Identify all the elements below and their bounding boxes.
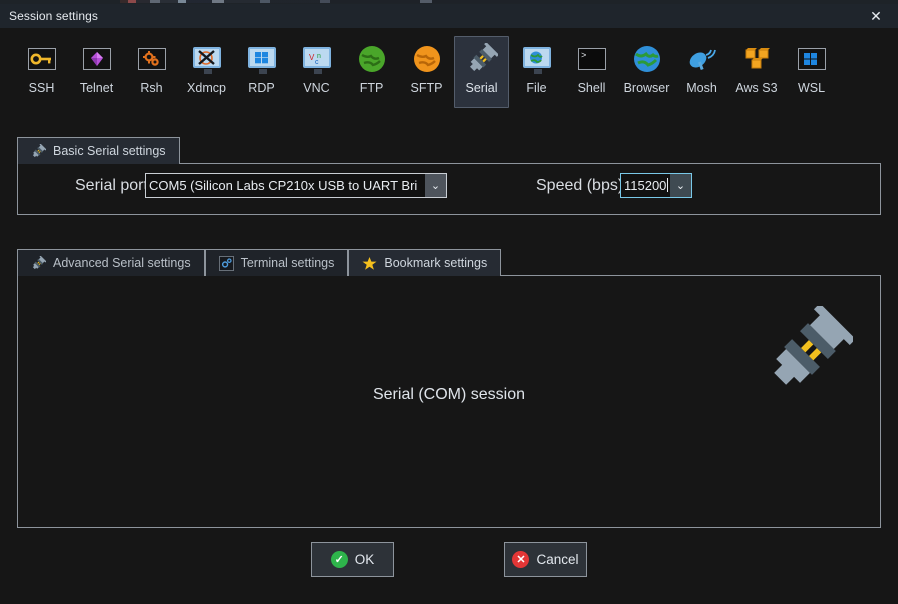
protocol-label: Mosh xyxy=(686,81,717,95)
check-circle-icon: ✓ xyxy=(330,551,348,568)
aws-cubes-icon xyxy=(741,43,773,75)
protocol-ssh[interactable]: SSH xyxy=(14,36,69,108)
protocol-label: Serial xyxy=(465,81,498,95)
windows-monitor-icon xyxy=(246,43,278,75)
cancel-button[interactable]: ✕ Cancel xyxy=(504,542,587,577)
speed-combobox[interactable]: 115200 ⌄ xyxy=(620,173,692,198)
session-headline: Serial (COM) session xyxy=(372,386,526,403)
protocol-label: Shell xyxy=(577,81,606,95)
tab-label: Terminal settings xyxy=(240,256,335,270)
ok-button[interactable]: ✓ OK xyxy=(311,542,394,577)
speed-value: 115200 xyxy=(624,178,667,193)
blue-gear-icon xyxy=(218,255,234,271)
ok-button-label: OK xyxy=(354,552,375,567)
protocol-sftp[interactable]: SFTP xyxy=(399,36,454,108)
protocol-toolbar: SSH Telnet Rsh Xdmcp RDP V n c VNC FTP S… xyxy=(0,28,898,120)
protocol-serial[interactable]: Serial xyxy=(454,36,509,108)
protocol-label: Telnet xyxy=(79,81,114,95)
protocol-xdmcp[interactable]: Xdmcp xyxy=(179,36,234,108)
dialog-button-row: ✓ OK ✕ Cancel xyxy=(0,542,898,577)
background-window-content xyxy=(120,0,540,3)
key-icon xyxy=(26,43,58,75)
basic-panel-body: Serial port * COM5 (Silicon Labs CP210x … xyxy=(17,163,881,215)
x-circle-icon: ✕ xyxy=(512,551,530,568)
protocol-browser[interactable]: Browser xyxy=(619,36,674,108)
gem-icon xyxy=(81,43,113,75)
protocol-label: File xyxy=(526,81,547,95)
protocol-rdp[interactable]: RDP xyxy=(234,36,289,108)
protocol-label: Xdmcp xyxy=(187,81,226,95)
text-caret xyxy=(667,178,669,192)
windows-logo-icon xyxy=(796,43,828,75)
serial-plug-icon xyxy=(31,143,47,159)
tab-label: Advanced Serial settings xyxy=(53,256,191,270)
x-window-monitor-icon xyxy=(191,43,223,75)
blue-globe-icon xyxy=(631,43,663,75)
protocol-label: RDP xyxy=(248,81,275,95)
protocol-file[interactable]: File xyxy=(509,36,564,108)
protocol-label: FTP xyxy=(359,81,384,95)
titlebar: Session settings ✕ xyxy=(0,4,898,28)
protocol-mosh[interactable]: Mosh xyxy=(674,36,729,108)
protocol-label: Rsh xyxy=(140,81,163,95)
chevron-down-icon[interactable]: ⌄ xyxy=(670,174,691,197)
tab-basic-serial-settings[interactable]: Basic Serial settings xyxy=(17,137,180,164)
protocol-ftp[interactable]: FTP xyxy=(344,36,399,108)
session-content-area: Serial (COM) session xyxy=(17,275,881,528)
protocol-aws-s3[interactable]: Aws S3 xyxy=(729,36,784,108)
serial-port-value: COM5 (Silicon Labs CP210x USB to UART Br… xyxy=(149,178,418,193)
tab-label: Bookmark settings xyxy=(384,256,488,270)
protocol-label: SFTP xyxy=(410,81,443,95)
vnc-monitor-icon: V n c xyxy=(301,43,333,75)
gears-icon xyxy=(136,43,168,75)
basic-panel-tabstrip: Basic Serial settings xyxy=(17,136,881,164)
protocol-shell[interactable]: > Shell xyxy=(564,36,619,108)
settings-tabs-panel: Advanced Serial settings Terminal settin… xyxy=(17,248,881,528)
protocol-label: SSH xyxy=(28,81,55,95)
protocol-vnc[interactable]: V n c VNC xyxy=(289,36,344,108)
close-icon[interactable]: ✕ xyxy=(854,4,898,28)
svg-text:>: > xyxy=(581,51,586,61)
chevron-down-icon[interactable]: ⌄ xyxy=(425,174,446,197)
satellite-dish-icon xyxy=(686,43,718,75)
orange-globe-icon xyxy=(411,43,443,75)
star-icon xyxy=(362,256,377,271)
serial-plug-icon xyxy=(466,42,499,75)
file-globe-monitor-icon xyxy=(521,43,553,75)
tab-label: Basic Serial settings xyxy=(53,144,166,158)
settings-tabstrip: Advanced Serial settings Terminal settin… xyxy=(17,248,881,276)
protocol-label: Aws S3 xyxy=(735,81,778,95)
tab-advanced-serial-settings[interactable]: Advanced Serial settings xyxy=(17,249,205,276)
protocol-wsl[interactable]: WSL xyxy=(784,36,839,108)
protocol-label: VNC xyxy=(303,81,330,95)
basic-serial-settings-panel: Basic Serial settings Serial port * COM5… xyxy=(17,136,881,215)
protocol-telnet[interactable]: Telnet xyxy=(69,36,124,108)
protocol-label: Browser xyxy=(623,81,670,95)
protocol-label: WSL xyxy=(797,81,826,95)
terminal-prompt-icon: > xyxy=(576,43,608,75)
tab-bookmark-settings[interactable]: Bookmark settings xyxy=(348,249,502,276)
serial-port-combobox[interactable]: COM5 (Silicon Labs CP210x USB to UART Br… xyxy=(145,173,447,198)
protocol-rsh[interactable]: Rsh xyxy=(124,36,179,108)
svg-text:c: c xyxy=(315,59,319,66)
green-globe-icon xyxy=(356,43,388,75)
serial-plug-icon xyxy=(31,255,47,271)
tab-terminal-settings[interactable]: Terminal settings xyxy=(204,249,349,276)
window-title: Session settings xyxy=(9,9,98,23)
cancel-button-label: Cancel xyxy=(536,552,579,567)
serial-plug-icon xyxy=(763,303,856,396)
